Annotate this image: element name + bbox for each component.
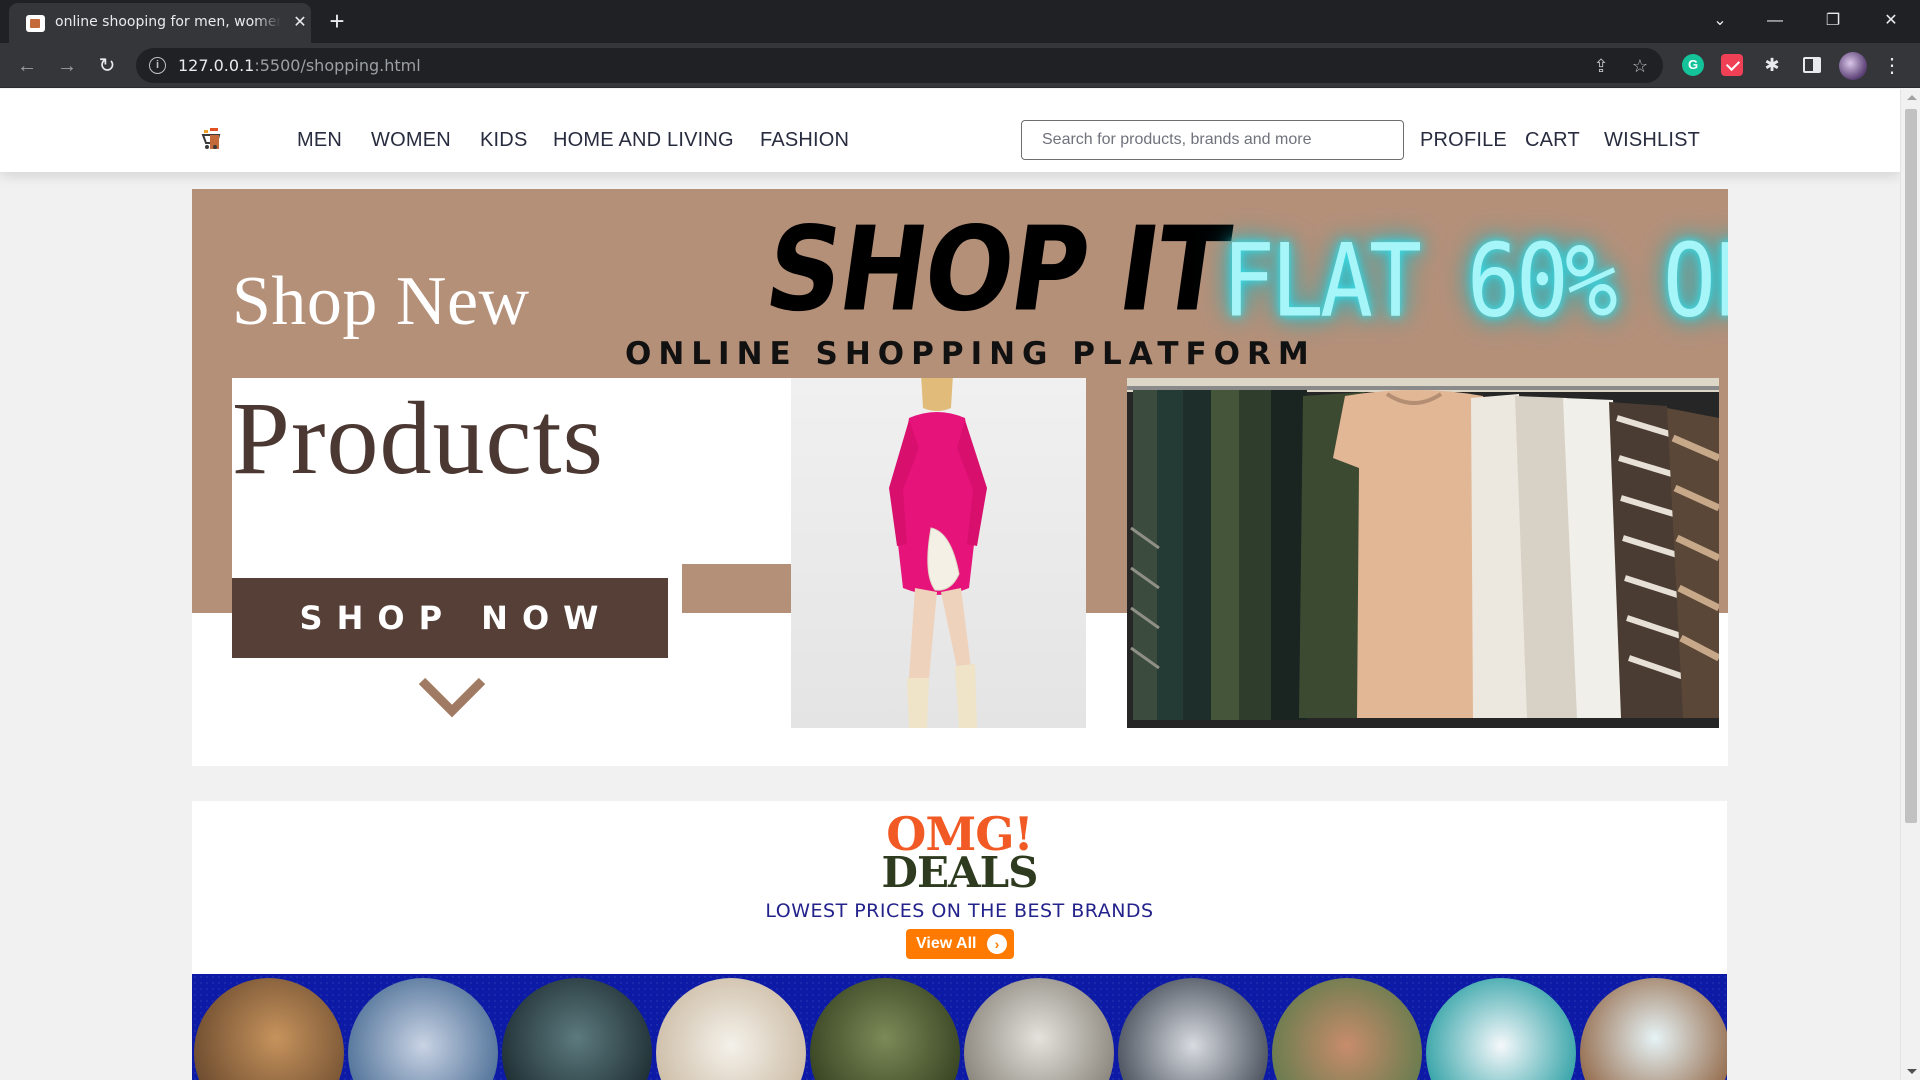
deals-title: DEALS [881,848,1039,897]
page-viewport: MEN WOMEN KIDS HOME AND LIVING FASHION P… [0,89,1900,1080]
forward-arrow-icon[interactable]: → [52,51,82,81]
deal-card[interactable] [810,978,960,1080]
hero-shop-new: Shop New [232,263,530,340]
nav-men[interactable]: MEN [297,129,342,152]
deal-card[interactable] [656,978,806,1080]
deal-card[interactable] [502,978,652,1080]
nav-women[interactable]: WOMEN [371,129,451,152]
omg-deals-section: OMG! DEALS LOWEST PRICES ON THE BEST BRA… [192,801,1727,1080]
model-photo [791,378,1086,728]
restore-icon[interactable]: ❐ [1811,6,1855,36]
hero-platform: ONLINE SHOPPING PLATFORM [625,336,1316,372]
deal-card[interactable] [1272,978,1422,1080]
model-illustration [889,378,987,728]
url-text[interactable]: 127.0.0.1:5500/shopping.html [178,56,421,75]
sidepanel-icon[interactable] [1803,57,1821,73]
deals-tagline: LOWEST PRICES ON THE BEST BRANDS [765,900,1154,922]
profile-avatar-icon[interactable] [1839,52,1867,80]
scroll-up-icon[interactable] [1907,95,1917,100]
chevron-down-icon[interactable] [418,675,486,719]
scroll-thumb[interactable] [1905,109,1917,823]
deal-card[interactable] [1580,978,1727,1080]
puzzle-icon[interactable]: ✱ [1761,54,1783,76]
page-scrollbar[interactable] [1900,89,1920,1080]
nav-home-and-living[interactable]: HOME AND LIVING [553,129,734,152]
view-all-label: View All [916,935,977,952]
favicon-icon [26,15,45,32]
view-all-button[interactable]: View All › [906,929,1014,959]
deals-carousel [192,974,1727,1080]
hero-brand-title: SHOP IT [757,201,1236,338]
star-icon[interactable]: ☆ [1628,54,1652,78]
deal-card[interactable] [1118,978,1268,1080]
deal-card[interactable] [194,978,344,1080]
clothing-rack-photo [1127,378,1719,728]
minimize-icon[interactable]: — [1753,6,1797,36]
new-tab-icon[interactable]: + [323,8,351,36]
pocket-icon[interactable] [1721,54,1743,76]
hero-products: Products [232,381,604,496]
reload-icon[interactable]: ↻ [92,51,122,81]
scroll-down-icon[interactable] [1907,1069,1917,1074]
deal-card[interactable] [348,978,498,1080]
close-tab-icon[interactable]: ✕ [289,12,311,34]
back-arrow-icon[interactable]: ← [12,51,42,81]
search-input[interactable] [1021,120,1404,160]
nav-profile[interactable]: PROFILE [1420,129,1507,152]
grammarly-icon[interactable]: G [1682,54,1704,76]
tab-title: online shooping for men, women [55,14,281,30]
site-logo-icon[interactable] [201,127,225,151]
info-icon[interactable]: i [149,57,166,74]
nav-cart[interactable]: CART [1525,129,1580,152]
nav-wishlist[interactable]: WISHLIST [1604,129,1700,152]
share-icon[interactable]: ⇪ [1589,54,1613,78]
hero-offer: FLAT 60% OFF [1222,221,1728,340]
browser-toolbar: ← → ↻ i 127.0.0.1:5500/shopping.html ⇪ ☆… [0,43,1920,88]
close-window-icon[interactable]: ✕ [1869,6,1913,36]
kebab-menu-icon[interactable]: ⋮ [1882,51,1902,81]
site-header: MEN WOMEN KIDS HOME AND LIVING FASHION P… [0,89,1900,172]
browser-tab[interactable]: online shooping for men, women ✕ [9,3,311,43]
nav-fashion[interactable]: FASHION [760,129,849,152]
tab-search-icon[interactable]: ⌄ [1698,6,1742,36]
chevron-right-icon: › [987,934,1007,954]
deal-card[interactable] [964,978,1114,1080]
deal-card[interactable] [1426,978,1576,1080]
address-bar[interactable]: i 127.0.0.1:5500/shopping.html ⇪ ☆ [136,48,1663,83]
hero-banner[interactable]: Shop New Products SHOP IT ONLINE SHOPPIN… [192,189,1728,766]
nav-kids[interactable]: KIDS [480,129,527,152]
clothing-rack-illustration [1127,378,1719,728]
shop-now-button[interactable]: SHOP NOW [232,578,668,658]
browser-tab-bar: online shooping for men, women ✕ + ⌄ — ❐… [0,0,1920,43]
